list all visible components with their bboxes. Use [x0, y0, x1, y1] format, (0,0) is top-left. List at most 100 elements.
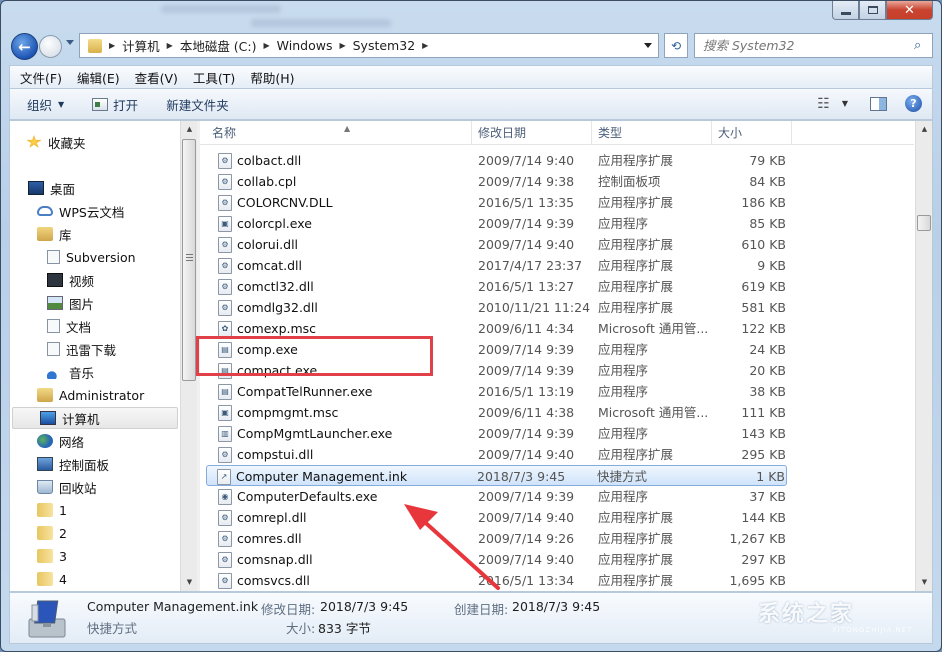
sidebar-item-8[interactable]: 文档: [47, 315, 91, 337]
sidebar-item-4[interactable]: 库: [37, 223, 72, 245]
sidebar-item-17[interactable]: 2: [37, 522, 67, 544]
breadcrumb-windows[interactable]: Windows: [277, 38, 333, 53]
file-name: COLORCNV.DLL: [237, 195, 333, 210]
file-row[interactable]: ▤ CompatTelRunner.exe 2016/5/1 13:19 应用程序 38…: [200, 381, 790, 402]
sidebar-item-6[interactable]: 视频: [47, 269, 94, 291]
sidebar-item-16[interactable]: 1: [37, 499, 67, 521]
sidebar-item-12[interactable]: 计算机: [12, 407, 178, 429]
sidebar-item-18[interactable]: 3: [37, 545, 67, 567]
column-header-name[interactable]: 名称 ▲: [206, 121, 472, 145]
column-header-date[interactable]: 修改日期: [472, 121, 592, 145]
column-header-size[interactable]: 大小: [712, 121, 792, 145]
menu-view[interactable]: 查看(V): [135, 68, 178, 87]
breadcrumb-chevron-icon[interactable]: ▶: [339, 41, 345, 50]
file-row[interactable]: ⚙ comres.dll 2009/7/14 9:26 应用程序扩展 1,267 KB: [200, 528, 790, 549]
menu-file[interactable]: 文件(F): [20, 68, 62, 87]
file-row[interactable]: ▥ CompMgmtLauncher.exe 2009/7/14 9:39 应用程序 1…: [200, 423, 790, 444]
file-row[interactable]: ▣ compmgmt.msc 2009/6/11 4:38 Microsoft 通用管…: [200, 402, 790, 423]
new-folder-button[interactable]: 新建文件夹: [166, 95, 229, 114]
file-row[interactable]: ⚙ comdlg32.dll 2010/11/21 11:24 应用程序扩展 581 K…: [200, 297, 790, 318]
sidebar-item-5[interactable]: Subversion: [47, 246, 136, 268]
file-size: 20 KB: [749, 363, 786, 378]
file-name: compmgmt.msc: [237, 405, 339, 420]
file-row[interactable]: ⚙ COLORCNV.DLL 2016/5/1 13:35 应用程序扩展 186 KB: [200, 192, 790, 213]
scroll-down-icon[interactable]: ▼: [916, 574, 933, 591]
file-size: 619 KB: [741, 279, 786, 294]
file-name: ComputerDefaults.exe: [237, 489, 378, 504]
dll-icon: ⚙: [218, 573, 232, 589]
sidebar-item-14[interactable]: 控制面板: [37, 453, 109, 475]
close-button[interactable]: ✕: [886, 1, 933, 20]
address-bar[interactable]: ▶ 计算机 ▶ 本地磁盘 (C:) ▶ Windows ▶ System32 ▶: [79, 33, 659, 58]
change-view-icon[interactable]: ☷: [817, 96, 830, 112]
breadcrumb-system32[interactable]: System32: [353, 38, 416, 53]
scroll-up-icon[interactable]: ▲: [916, 121, 933, 138]
file-type: 应用程序扩展: [598, 279, 674, 294]
column-header-type[interactable]: 类型: [592, 121, 712, 145]
file-date: 2016/5/1 13:35: [478, 195, 575, 210]
file-row[interactable]: ⚙ comcat.dll 2017/4/17 23:37 应用程序扩展 9 KB: [200, 255, 790, 276]
sidebar-item-label: WPS云文档: [59, 204, 125, 220]
file-row[interactable]: ⚙ comctl32.dll 2016/5/1 13:27 应用程序扩展 619 KB: [200, 276, 790, 297]
open-button[interactable]: 打开: [92, 95, 138, 114]
back-button[interactable]: ←: [11, 33, 38, 60]
menu-help[interactable]: 帮助(H): [250, 68, 294, 87]
sidebar-item-2[interactable]: 桌面: [28, 177, 75, 199]
sidebar-item-label: 音乐: [69, 365, 95, 381]
file-row[interactable]: ↗ Computer Management.ink 2018/7/3 9:45 快捷方…: [206, 465, 787, 486]
title-bar[interactable]: ✕: [1, 1, 941, 29]
minimize-button[interactable]: [832, 1, 859, 20]
breadcrumb-computer[interactable]: 计算机: [122, 36, 160, 55]
menu-tools[interactable]: 工具(T): [193, 68, 235, 87]
file-date: 2009/7/14 9:39: [478, 363, 575, 378]
file-size: 9 KB: [757, 258, 786, 273]
scrollbar-thumb[interactable]: [182, 139, 196, 381]
help-icon[interactable]: ?: [905, 95, 922, 112]
content-area: 收藏夹桌面 WPS云文档库 Subversion 视频 图片 文档 迅雷下载音乐 Admini…: [9, 120, 933, 592]
file-row[interactable]: ▣ colorcpl.exe 2009/7/14 9:39 应用程序 85 KB: [200, 213, 790, 234]
sidebar-item-10[interactable]: 音乐: [47, 361, 94, 383]
file-row[interactable]: ⚙ colorui.dll 2009/7/14 9:40 应用程序扩展 610 KB: [200, 234, 790, 255]
breadcrumb-chevron-icon[interactable]: ▶: [422, 41, 428, 50]
sidebar-item-1[interactable]: 收藏夹: [26, 131, 86, 153]
breadcrumb-chevron-icon[interactable]: ▶: [167, 41, 173, 50]
breadcrumb-chevron-icon[interactable]: ▶: [109, 41, 115, 50]
sidebar-item-19[interactable]: 4: [37, 568, 67, 590]
scrollbar-thumb[interactable]: [917, 215, 931, 231]
file-row[interactable]: ⚙ comsvcs.dll 2016/5/1 13:34 应用程序扩展 1,695 KB: [200, 570, 790, 591]
search-box[interactable]: ⌕: [694, 33, 933, 58]
refresh-button[interactable]: ⟲: [664, 33, 688, 58]
organize-button[interactable]: 组织 ▼: [27, 95, 64, 114]
dll-icon: ⚙: [218, 300, 232, 316]
address-dropdown-icon[interactable]: [644, 43, 652, 48]
file-row[interactable]: ⚙ comsnap.dll 2009/7/14 9:40 应用程序扩展 297 KB: [200, 549, 790, 570]
file-date: 2009/7/14 9:40: [478, 510, 575, 525]
breadcrumb-chevron-icon[interactable]: ▶: [264, 41, 270, 50]
sidebar-item-label: 桌面: [50, 181, 76, 197]
menu-edit[interactable]: 编辑(E): [77, 68, 120, 87]
file-list-scrollbar[interactable]: ▲ ▼: [915, 121, 932, 591]
sidebar-item-7[interactable]: 图片: [47, 292, 94, 314]
search-icon[interactable]: ⌕: [914, 38, 932, 53]
scroll-up-icon[interactable]: ▲: [181, 121, 198, 138]
file-row[interactable]: ⚙ collab.cpl 2009/7/14 9:38 控制面板项 84 KB: [200, 171, 790, 192]
file-row[interactable]: ⚙ comrepl.dll 2009/7/14 9:40 应用程序扩展 144 KB: [200, 507, 790, 528]
sidebar-item-9[interactable]: 迅雷下载: [47, 338, 116, 360]
file-row[interactable]: ◉ ComputerDefaults.exe 2009/7/14 9:39 应用程序 3…: [200, 486, 790, 507]
maximize-button[interactable]: [859, 1, 886, 20]
sidebar-item-11[interactable]: Administrator: [37, 384, 144, 406]
sidebar-item-15[interactable]: 回收站: [37, 476, 97, 498]
view-options-dropdown-icon[interactable]: ▼: [842, 99, 848, 108]
scroll-down-icon[interactable]: ▼: [181, 574, 198, 591]
breadcrumb-local-disk[interactable]: 本地磁盘 (C:): [180, 36, 257, 55]
close-icon: ✕: [904, 2, 915, 18]
file-row[interactable]: ⚙ compstui.dll 2009/7/14 9:40 应用程序扩展 295 KB: [200, 444, 790, 465]
search-input[interactable]: [695, 38, 914, 53]
preview-pane-icon[interactable]: [870, 96, 887, 111]
recent-pages-dropdown-icon[interactable]: [66, 40, 74, 45]
file-row[interactable]: ⚙ colbact.dll 2009/7/14 9:40 应用程序扩展 79 KB: [200, 150, 790, 171]
sidebar-item-3[interactable]: WPS云文档: [37, 200, 124, 222]
navigation-pane-scrollbar[interactable]: ▲ ▼: [180, 121, 197, 591]
sidebar-item-13[interactable]: 网络: [37, 430, 84, 452]
forward-button[interactable]: [39, 35, 62, 58]
